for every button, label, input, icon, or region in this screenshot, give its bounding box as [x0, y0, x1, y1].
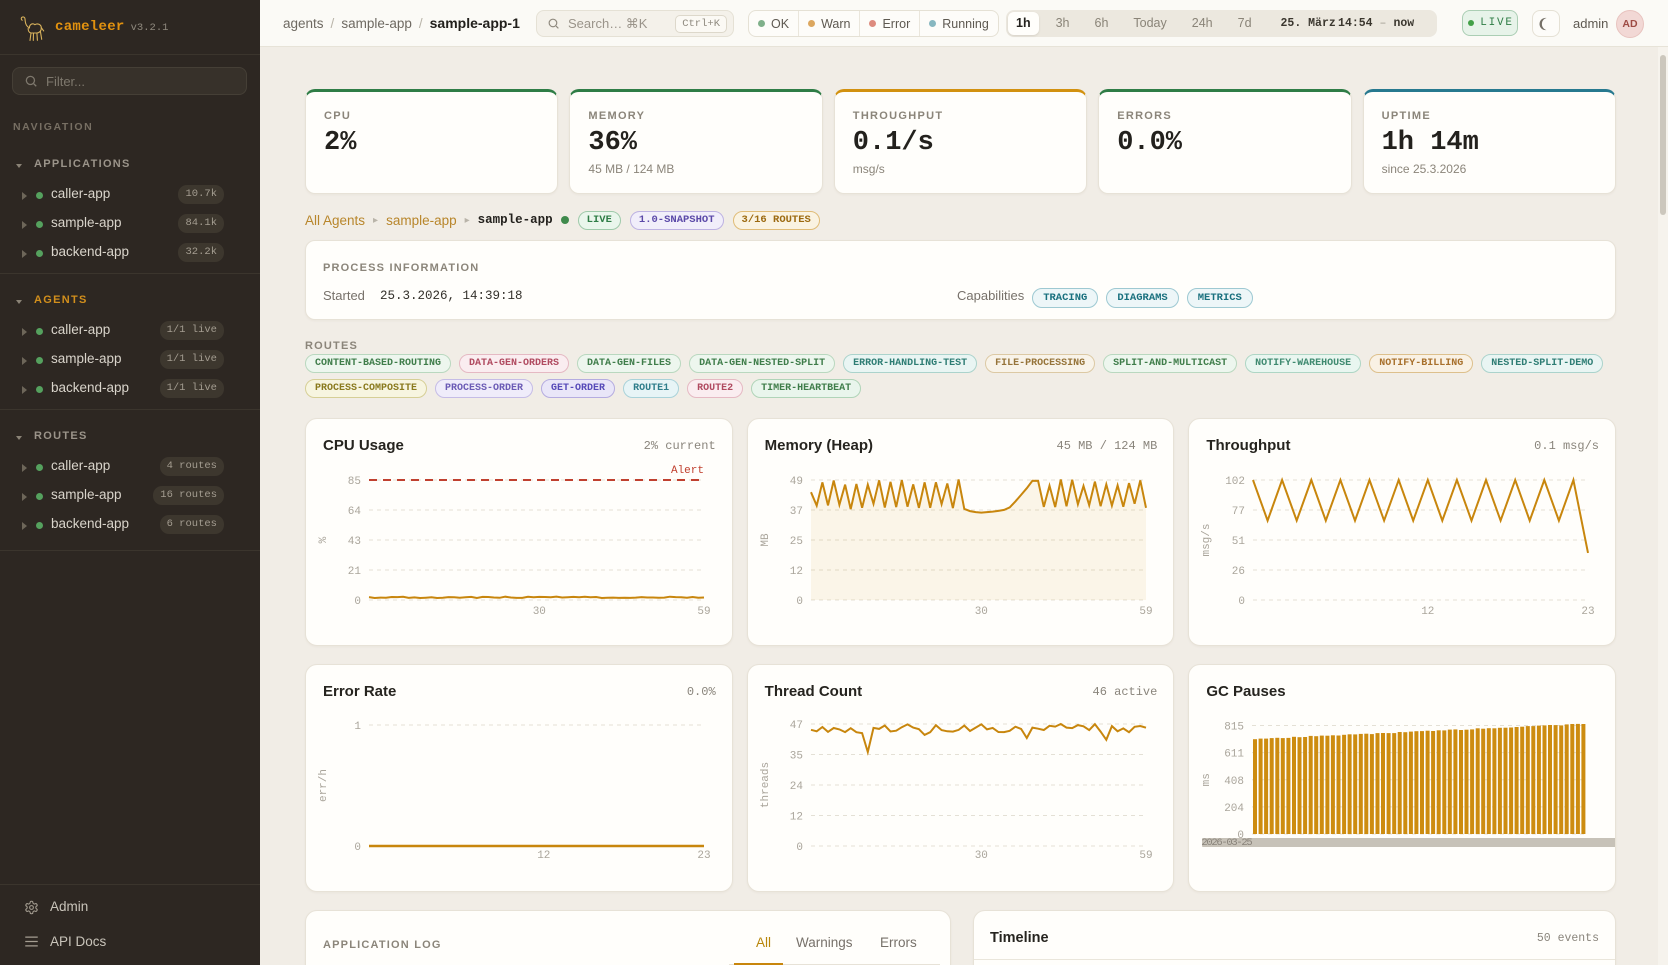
- svg-text:0: 0: [1239, 596, 1246, 608]
- svg-text:12: 12: [1422, 606, 1435, 618]
- svg-text:30: 30: [974, 850, 987, 862]
- svg-text:611: 611: [1225, 749, 1245, 761]
- svg-text:102: 102: [1226, 476, 1246, 488]
- svg-text:51: 51: [1232, 536, 1246, 548]
- svg-text:21: 21: [348, 566, 362, 578]
- svg-text:12: 12: [537, 850, 550, 862]
- svg-text:0: 0: [354, 596, 361, 608]
- svg-text:30: 30: [533, 606, 546, 618]
- svg-text:Alert: Alert: [671, 465, 704, 477]
- svg-text:30: 30: [974, 606, 987, 618]
- svg-text:msg/s: msg/s: [1201, 523, 1213, 556]
- svg-text:47: 47: [789, 720, 802, 732]
- svg-text:815: 815: [1225, 722, 1245, 734]
- svg-text:ms: ms: [1201, 773, 1213, 786]
- svg-text:12: 12: [789, 812, 802, 824]
- svg-text:threads: threads: [760, 762, 772, 808]
- svg-text:43: 43: [348, 536, 361, 548]
- svg-text:12: 12: [789, 566, 802, 578]
- svg-text:1: 1: [354, 721, 361, 733]
- svg-text:59: 59: [1139, 850, 1152, 862]
- svg-text:25: 25: [789, 536, 802, 548]
- svg-text:64: 64: [348, 506, 362, 518]
- svg-text:35: 35: [789, 751, 802, 763]
- svg-text:err/h: err/h: [318, 769, 330, 802]
- svg-text:26: 26: [1232, 566, 1245, 578]
- svg-text:37: 37: [789, 506, 802, 518]
- svg-text:49: 49: [789, 476, 802, 488]
- svg-text:23: 23: [697, 850, 710, 862]
- svg-text:204: 204: [1225, 803, 1245, 815]
- svg-text:0: 0: [796, 842, 803, 854]
- svg-text:59: 59: [1139, 606, 1152, 618]
- svg-text:MB: MB: [760, 533, 772, 547]
- svg-text:77: 77: [1232, 506, 1245, 518]
- svg-text:408: 408: [1225, 776, 1245, 788]
- svg-text:85: 85: [348, 476, 361, 488]
- svg-text:24: 24: [789, 781, 803, 793]
- svg-text:59: 59: [697, 606, 710, 618]
- svg-text:23: 23: [1582, 606, 1595, 618]
- svg-text:0: 0: [796, 596, 803, 608]
- svg-text:0: 0: [354, 842, 361, 854]
- svg-text:%: %: [318, 536, 330, 543]
